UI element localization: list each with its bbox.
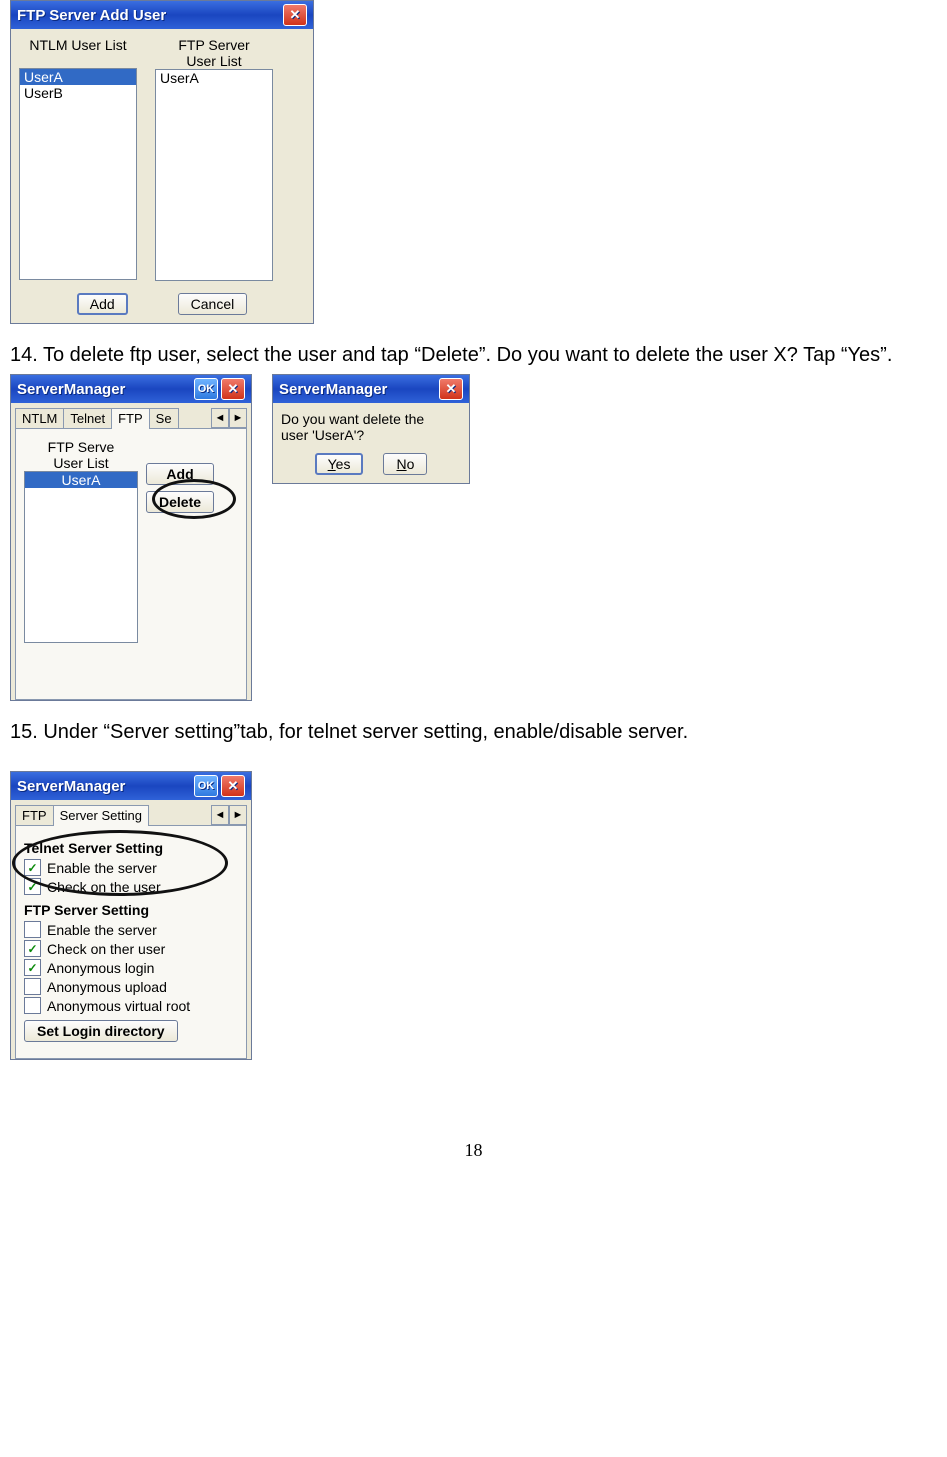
tab-bar: FTP Server Setting ◄ ►: [15, 804, 247, 826]
close-icon[interactable]: ✕: [221, 775, 245, 797]
ntlm-user-list[interactable]: UserA UserB: [19, 68, 137, 280]
tab-ftp[interactable]: FTP: [15, 805, 54, 825]
telnet-check-user-label: Check on the user: [47, 879, 161, 895]
ftp-check-user-checkbox[interactable]: [24, 940, 41, 957]
ftp-anon-login-checkbox[interactable]: [24, 959, 41, 976]
telnet-enable-checkbox[interactable]: [24, 859, 41, 876]
list-item[interactable]: UserA: [25, 472, 137, 488]
tab-server-setting[interactable]: Server Setting: [53, 805, 149, 826]
tab-scroll-right-icon[interactable]: ►: [229, 805, 247, 825]
servermanager-ftp-window: ServerManager OK ✕ NTLM Telnet FTP Se ◄ …: [10, 374, 252, 701]
close-icon[interactable]: ✕: [439, 378, 463, 400]
list-item[interactable]: UserA: [156, 70, 272, 86]
titlebar: ServerManager OK ✕: [11, 375, 251, 403]
delete-confirm-dialog: ServerManager ✕ Do you want delete the u…: [272, 374, 470, 484]
tab-ntlm[interactable]: NTLM: [15, 408, 64, 428]
servermanager-settings-window: ServerManager OK ✕ FTP Server Setting ◄ …: [10, 771, 252, 1060]
list-label-2: User List: [24, 455, 138, 471]
telnet-group-title: Telnet Server Setting: [24, 840, 238, 856]
tab-bar: NTLM Telnet FTP Se ◄ ►: [15, 407, 247, 429]
titlebar: ServerManager ✕: [273, 375, 469, 403]
list-item[interactable]: UserA: [20, 69, 136, 85]
window-title: ServerManager: [17, 381, 191, 398]
window-body: NTLM User List UserA UserB FTP Server Us…: [11, 29, 313, 323]
ftp-group-title: FTP Server Setting: [24, 902, 238, 918]
window-title: ServerManager: [279, 381, 436, 398]
yes-button[interactable]: Yes: [315, 453, 364, 475]
ntlm-list-label: NTLM User List: [29, 37, 126, 53]
ftp-anon-upload-checkbox[interactable]: [24, 978, 41, 995]
ftp-anon-upload-label: Anonymous upload: [47, 979, 167, 995]
tab-more[interactable]: Se: [149, 408, 179, 428]
instruction-15: 15. Under “Server setting”tab, for telne…: [10, 719, 937, 745]
titlebar: ServerManager OK ✕: [11, 772, 251, 800]
telnet-check-user-checkbox[interactable]: [24, 878, 41, 895]
delete-button[interactable]: Delete: [146, 491, 214, 513]
list-label-1: FTP Serve: [24, 439, 138, 455]
ok-button[interactable]: OK: [194, 378, 218, 400]
telnet-enable-label: Enable the server: [47, 860, 157, 876]
ftp-enable-label: Enable the server: [47, 922, 157, 938]
dialog-body: Do you want delete the user 'UserA'? Yes…: [273, 403, 469, 483]
instruction-14: 14. To delete ftp user, select the user …: [10, 342, 937, 368]
dialog-message-2: user 'UserA'?: [281, 427, 461, 443]
ftp-anon-root-label: Anonymous virtual root: [47, 998, 190, 1014]
no-button[interactable]: No: [383, 453, 427, 475]
tab-scroll-right-icon[interactable]: ►: [229, 408, 247, 428]
tab-ftp[interactable]: FTP: [111, 408, 150, 429]
ok-button[interactable]: OK: [194, 775, 218, 797]
ftp-user-list[interactable]: UserA: [24, 471, 138, 643]
add-button[interactable]: Add: [146, 463, 214, 485]
tab-content: Telnet Server Setting Enable the server …: [15, 826, 247, 1059]
add-button[interactable]: Add: [77, 293, 128, 315]
ftp-enable-checkbox[interactable]: [24, 921, 41, 938]
ftp-check-user-label: Check on ther user: [47, 941, 165, 957]
cancel-button[interactable]: Cancel: [178, 293, 248, 315]
tab-scroll-left-icon[interactable]: ◄: [211, 805, 229, 825]
tab-scroll-left-icon[interactable]: ◄: [211, 408, 229, 428]
close-icon[interactable]: ✕: [283, 4, 307, 26]
tab-telnet[interactable]: Telnet: [63, 408, 112, 428]
page-number: 18: [10, 1140, 937, 1181]
window-title: ServerManager: [17, 778, 191, 795]
ftp-list-label-2: User List: [186, 53, 241, 69]
window-title: FTP Server Add User: [17, 7, 280, 24]
set-login-directory-button[interactable]: Set Login directory: [24, 1020, 178, 1042]
tab-content: FTP Serve User List UserA Add Delete: [15, 429, 247, 700]
ftp-anon-root-checkbox[interactable]: [24, 997, 41, 1014]
titlebar: FTP Server Add User ✕: [11, 1, 313, 29]
dialog-message-1: Do you want delete the: [281, 411, 461, 427]
list-item[interactable]: UserB: [20, 85, 136, 101]
close-icon[interactable]: ✕: [221, 378, 245, 400]
ftp-anon-login-label: Anonymous login: [47, 960, 154, 976]
ftp-list-label-1: FTP Server: [178, 37, 249, 53]
ftp-user-list[interactable]: UserA: [155, 69, 273, 281]
ftp-add-user-window: FTP Server Add User ✕ NTLM User List Use…: [10, 0, 314, 324]
